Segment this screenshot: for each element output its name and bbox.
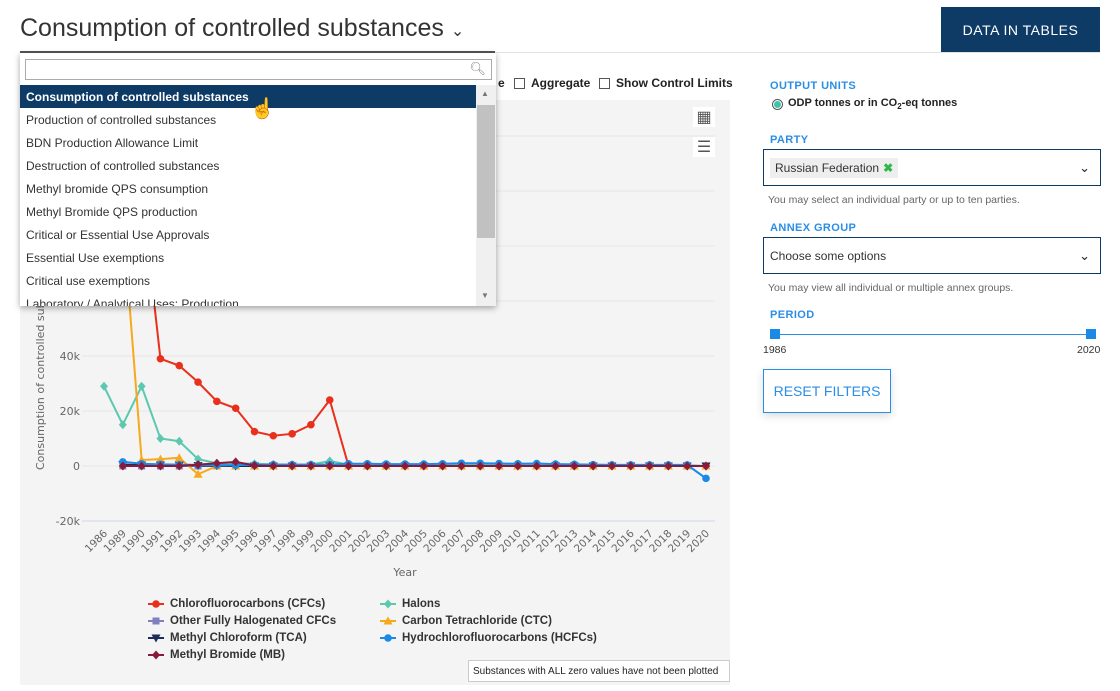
dropdown-scrollbar[interactable]: ▲ ▼ [476, 85, 496, 306]
period-end: 2020 [1077, 344, 1101, 356]
legend-label: Other Fully Halogenated CFCs [170, 615, 337, 627]
legend-marker [152, 650, 160, 660]
output-units-label: OUTPUT UNITS [770, 80, 857, 92]
period-start-handle[interactable] [770, 329, 780, 339]
data-point [213, 397, 221, 406]
dropdown-item[interactable]: Consumption of controlled substances [20, 85, 476, 108]
data-point [231, 404, 240, 413]
legend-label: Methyl Chloroform (TCA) [170, 632, 307, 644]
indicator-dropdown: 🔍︎ Consumption of controlled substances P… [20, 53, 496, 306]
data-point [250, 427, 259, 436]
data-point [325, 396, 334, 404]
legend-marker-icon [380, 634, 396, 642]
legend-item[interactable]: Chlorofluorocarbons (CFCs) [148, 598, 325, 610]
data-point [194, 378, 202, 386]
period-slider-track[interactable] [775, 334, 1090, 335]
legend-item[interactable]: Methyl Bromide (MB) [148, 649, 285, 661]
radio-selected-icon [772, 98, 783, 110]
annex-group-label: ANNEX GROUP [770, 222, 857, 234]
data-point [100, 381, 108, 391]
legend-label: Hydrochlorofluorocarbons (HCFCs) [402, 632, 597, 644]
data-point [702, 474, 710, 483]
dropdown-item[interactable]: Critical use exemptions [20, 269, 476, 292]
chevron-down-icon: ⌄ [1079, 248, 1090, 263]
legend-marker-icon [148, 650, 164, 660]
party-tag: Russian Federation ✖ [770, 157, 899, 178]
legend-marker [152, 600, 160, 608]
legend-label: Chlorofluorocarbons (CFCs) [170, 598, 326, 610]
dropdown-item[interactable]: Critical or Essential Use Approvals [20, 223, 476, 246]
data-point [156, 354, 165, 363]
data-point [288, 430, 296, 438]
legend-marker [152, 617, 160, 625]
period-end-handle[interactable] [1086, 329, 1096, 339]
legend-marker [384, 634, 392, 642]
legend-label: Carbon Tetrachloride (CTC) [402, 615, 552, 627]
series-1 [100, 381, 710, 471]
y-tick-label: -20k [56, 515, 81, 528]
legend-marker [384, 599, 392, 609]
party-help: You may select an individual party or up… [768, 194, 1020, 206]
legend-item[interactable]: Other Fully Halogenated CFCs [148, 615, 336, 627]
legend-item[interactable]: Methyl Chloroform (TCA) [148, 632, 307, 644]
legend-label: Methyl Bromide (MB) [170, 649, 285, 661]
dropdown-item[interactable]: Laboratory / Analytical Uses: Production [20, 292, 476, 306]
zero-values-note: Substances with ALL zero values have not… [468, 660, 730, 682]
hand-cursor-icon: ☝ [250, 98, 275, 120]
annex-placeholder: Choose some options [770, 248, 887, 263]
dropdown-item[interactable]: BDN Production Allowance Limit [20, 131, 476, 154]
data-point [269, 431, 278, 440]
y-tick-label: 0 [73, 460, 80, 473]
remove-tag-icon[interactable]: ✖ [883, 161, 893, 175]
dropdown-item[interactable]: Essential Use exemptions [20, 246, 476, 269]
legend-item[interactable]: Hydrochlorofluorocarbons (HCFCs) [380, 632, 597, 644]
data-point [156, 434, 165, 443]
y-tick-label: 40k [60, 350, 81, 363]
legend-item[interactable]: Carbon Tetrachloride (CTC) [380, 615, 552, 627]
output-units-radio[interactable]: ODP tonnes or in CO2-eq tonnes [772, 97, 957, 111]
legend-label: Halons [402, 598, 441, 610]
legend-marker-icon [380, 616, 396, 625]
y-tick-label: 20k [60, 405, 81, 418]
annex-group-select[interactable]: Choose some options ⌄ [763, 237, 1101, 274]
annex-help: You may view all individual or multiple … [768, 282, 1014, 294]
legend-marker-icon [148, 600, 164, 608]
data-point [118, 420, 127, 430]
reset-filters-button[interactable]: RESET FILTERS [763, 369, 891, 413]
period-start: 1986 [763, 344, 787, 356]
legend-marker-icon [148, 617, 164, 625]
dropdown-item[interactable]: Destruction of controlled substances [20, 154, 476, 177]
legend-item[interactable]: Halons [380, 598, 440, 610]
data-point [175, 361, 184, 370]
legend-marker-icon [380, 599, 396, 609]
dropdown-item[interactable]: Methyl Bromide QPS production [20, 200, 476, 223]
data-point [137, 381, 146, 391]
dropdown-item[interactable]: Production of controlled substances [20, 108, 476, 131]
data-point [307, 420, 315, 429]
scroll-down-icon[interactable]: ▼ [481, 291, 489, 300]
period-label: PERIOD [770, 309, 815, 321]
party-select[interactable]: Russian Federation ✖ ⌄ [763, 149, 1101, 186]
scroll-up-icon[interactable]: ▲ [481, 89, 489, 98]
scrollbar-thumb[interactable] [477, 105, 495, 238]
party-label: PARTY [770, 134, 809, 146]
dropdown-item[interactable]: Methyl bromide QPS consumption [20, 177, 476, 200]
chevron-down-icon: ⌄ [1079, 160, 1090, 175]
series-line [103, 383, 707, 467]
x-axis-title: Year [392, 566, 417, 579]
dropdown-search-input[interactable]: 🔍︎ [25, 59, 492, 80]
legend-marker-icon [148, 634, 164, 643]
search-icon: 🔍︎ [469, 61, 486, 76]
